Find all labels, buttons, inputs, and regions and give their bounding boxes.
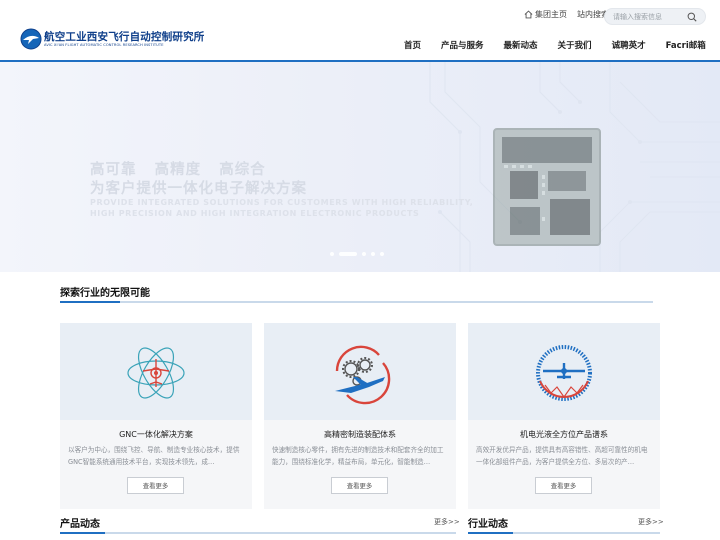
card-description: 高效开发优异产品，提供具有高容错性、高超可靠性的机电一体化部组件产品，为客户提供…	[476, 446, 648, 466]
search-box	[604, 8, 706, 25]
carousel-dot[interactable]	[362, 252, 366, 256]
card-description: 快速制造核心零件，拥有先进的制造技术和配套齐全的加工能力，围绕标准化学，精益布局…	[272, 446, 444, 466]
card-image	[60, 323, 252, 420]
banner-headline: 高可靠 高精度 高综合	[90, 162, 266, 178]
site-logo[interactable]: 航空工业西安飞行自动控制研究所 AVIC XI'AN FLIGHT AUTOMA…	[20, 28, 205, 50]
view-more-button[interactable]: 查看更多	[535, 477, 592, 494]
gears-airplane-icon	[335, 345, 391, 405]
card-title: 机电光液全方位产品谱系	[520, 430, 608, 439]
nav-home[interactable]: 首页	[404, 39, 421, 51]
site-header: 航空工业西安飞行自动控制研究所 AVIC XI'AN FLIGHT AUTOMA…	[0, 0, 720, 62]
nav-careers[interactable]: 诚聘英才	[612, 39, 646, 51]
banner-subheadline: 为客户提供一体化电子解决方案	[90, 181, 307, 197]
avic-logo-icon	[20, 28, 42, 50]
industry-news-title: 行业动态	[468, 519, 508, 530]
carousel-dot[interactable]	[339, 252, 357, 256]
carousel-dot[interactable]	[330, 252, 334, 256]
card-image	[468, 323, 660, 420]
solution-card-gnc[interactable]: GNC一体化解决方案 以客户为中心，围绕飞控、导航、制造专业核心技术，提供GNC…	[60, 323, 252, 509]
hero-banner[interactable]: 高可靠 高精度 高综合 为客户提供一体化电子解决方案 PROVIDE INTEG…	[0, 62, 720, 272]
card-image	[264, 323, 456, 420]
search-icon[interactable]	[687, 12, 697, 22]
nav-facri-mail[interactable]: Facri邮箱	[666, 39, 706, 51]
solution-card-manufacturing[interactable]: 高精密制造装配体系 快速制造核心零件，拥有先进的制造技术和配套齐全的加工能力，围…	[264, 323, 456, 509]
logo-name-en: AVIC XI'AN FLIGHT AUTOMATIC CONTROL RESE…	[44, 42, 164, 47]
nav-latest-news[interactable]: 最新动态	[504, 39, 538, 51]
banner-english-line-2: HIGH PRECISION AND HIGH INTEGRATION ELEC…	[90, 209, 420, 218]
industry-news-divider	[468, 532, 660, 534]
card-title: 高精密制造装配体系	[324, 430, 396, 439]
main-nav: 首页 产品与服务 最新动态 关于我们 诚聘英才 Facri邮箱	[404, 39, 706, 51]
gnc-aircraft-orbit-icon	[127, 347, 185, 399]
card-title: GNC一体化解决方案	[119, 430, 193, 439]
carousel-dot[interactable]	[371, 252, 375, 256]
product-news-more-link[interactable]: 更多>>	[434, 517, 460, 527]
airplane-gauge-icon	[536, 345, 592, 401]
logo-name-cn: 航空工业西安飞行自动控制研究所	[44, 30, 205, 43]
carousel-indicators	[330, 252, 389, 256]
nav-products-services[interactable]: 产品与服务	[441, 39, 484, 51]
search-input[interactable]	[613, 11, 685, 23]
group-home-link[interactable]: 集团主页	[535, 9, 567, 20]
explore-section-title: 探索行业的无限可能	[60, 288, 150, 299]
circuit-board-image	[493, 128, 601, 246]
banner-english-line-1: PROVIDE INTEGRATED SOLUTIONS FOR CUSTOME…	[90, 198, 474, 207]
product-news-divider	[60, 532, 456, 534]
product-news-title: 产品动态	[60, 519, 100, 530]
carousel-dot[interactable]	[380, 252, 384, 256]
nav-about-us[interactable]: 关于我们	[558, 39, 592, 51]
solution-card-product-line[interactable]: 机电光液全方位产品谱系 高效开发优异产品，提供具有高容错性、高超可靠性的机电一体…	[468, 323, 660, 509]
view-more-button[interactable]: 查看更多	[331, 477, 388, 494]
card-description: 以客户为中心，围绕飞控、导航、制造专业核心技术，提供GNC智能系统通用技术平台，…	[68, 446, 240, 466]
home-icon	[524, 10, 533, 19]
industry-news-more-link[interactable]: 更多>>	[638, 517, 664, 527]
view-more-button[interactable]: 查看更多	[127, 477, 184, 494]
explore-section-divider	[60, 301, 653, 303]
